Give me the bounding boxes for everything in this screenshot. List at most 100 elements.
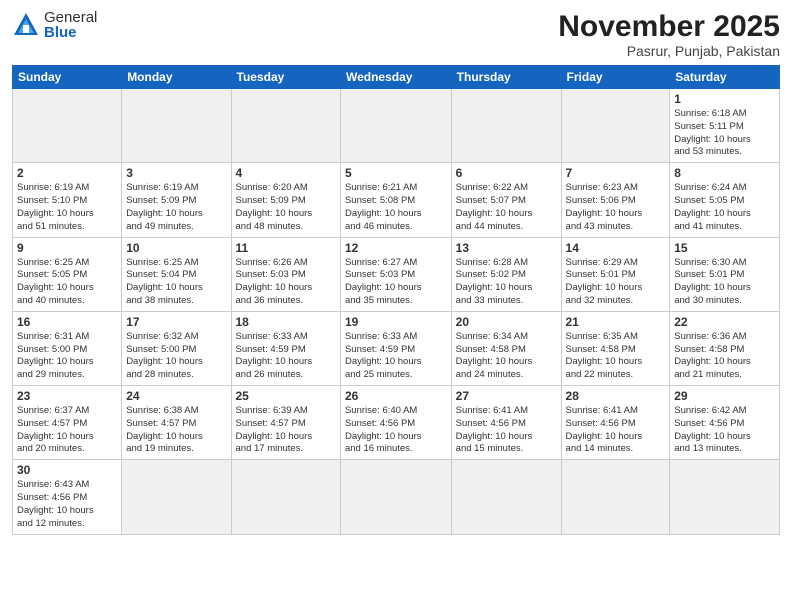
table-row (231, 460, 340, 534)
day-info: Sunrise: 6:23 AM Sunset: 5:06 PM Dayligh… (566, 182, 666, 233)
page: General Blue November 2025 Pasrur, Punja… (0, 0, 792, 612)
table-row: 19 Sunrise: 6:33 AM Sunset: 4:59 PM Dayli… (340, 311, 451, 385)
day-number: 18 (236, 315, 336, 329)
table-row: 26 Sunrise: 6:40 AM Sunset: 4:56 PM Dayli… (340, 386, 451, 460)
title-block: November 2025 Pasrur, Punjab, Pakistan (558, 10, 780, 59)
table-row: 6 Sunrise: 6:22 AM Sunset: 5:07 PM Daylig… (451, 163, 561, 237)
table-row (122, 89, 231, 163)
day-number: 23 (17, 389, 117, 403)
table-row: 1 Sunrise: 6:18 AM Sunset: 5:11 PM Daylig… (670, 89, 780, 163)
table-row: 29 Sunrise: 6:42 AM Sunset: 4:56 PM Dayli… (670, 386, 780, 460)
day-number: 30 (17, 463, 117, 477)
day-info: Sunrise: 6:41 AM Sunset: 4:56 PM Dayligh… (456, 405, 557, 456)
table-row: 25Sunrise: 6:39 AM Sunset: 4:57 PM Dayli… (231, 386, 340, 460)
col-saturday: Saturday (670, 66, 780, 89)
header-row: Sunday Monday Tuesday Wednesday Thursday… (13, 66, 780, 89)
logo-text: General Blue (44, 10, 97, 40)
day-number: 15 (674, 241, 775, 255)
day-number: 6 (456, 166, 557, 180)
day-info: Sunrise: 6:19 AM Sunset: 5:09 PM Dayligh… (126, 182, 226, 233)
table-row: 8Sunrise: 6:24 AM Sunset: 5:05 PM Daylig… (670, 163, 780, 237)
table-row (122, 460, 231, 534)
table-row: 27 Sunrise: 6:41 AM Sunset: 4:56 PM Dayli… (451, 386, 561, 460)
day-number: 26 (345, 389, 447, 403)
table-row: 2 Sunrise: 6:19 AM Sunset: 5:10 PM Daylig… (13, 163, 122, 237)
day-number: 9 (17, 241, 117, 255)
table-row (451, 460, 561, 534)
day-info: Sunrise: 6:37 AM Sunset: 4:57 PM Dayligh… (17, 405, 117, 456)
day-info: Sunrise: 6:43 AM Sunset: 4:56 PM Dayligh… (17, 479, 117, 530)
day-number: 27 (456, 389, 557, 403)
day-info: Sunrise: 6:38 AM Sunset: 4:57 PM Dayligh… (126, 405, 226, 456)
day-number: 22 (674, 315, 775, 329)
header: General Blue November 2025 Pasrur, Punja… (12, 10, 780, 59)
day-info: Sunrise: 6:40 AM Sunset: 4:56 PM Dayligh… (345, 405, 447, 456)
day-info: Sunrise: 6:30 AM Sunset: 5:01 PM Dayligh… (674, 257, 775, 308)
table-row: 24 Sunrise: 6:38 AM Sunset: 4:57 PM Dayli… (122, 386, 231, 460)
day-number: 19 (345, 315, 447, 329)
table-row: 10 Sunrise: 6:25 AM Sunset: 5:04 PM Dayli… (122, 237, 231, 311)
day-number: 13 (456, 241, 557, 255)
table-row: 4 Sunrise: 6:20 AM Sunset: 5:09 PM Daylig… (231, 163, 340, 237)
day-info: Sunrise: 6:18 AM Sunset: 5:11 PM Dayligh… (674, 108, 775, 159)
table-row: 9 Sunrise: 6:25 AM Sunset: 5:05 PM Daylig… (13, 237, 122, 311)
day-info: Sunrise: 6:25 AM Sunset: 5:04 PM Dayligh… (126, 257, 226, 308)
day-number: 12 (345, 241, 447, 255)
table-row: 16 Sunrise: 6:31 AM Sunset: 5:00 PM Dayli… (13, 311, 122, 385)
table-row (561, 460, 670, 534)
day-info: Sunrise: 6:20 AM Sunset: 5:09 PM Dayligh… (236, 182, 336, 233)
day-info: Sunrise: 6:32 AM Sunset: 5:00 PM Dayligh… (126, 331, 226, 382)
day-info: Sunrise: 6:34 AM Sunset: 4:58 PM Dayligh… (456, 331, 557, 382)
day-info: Sunrise: 6:21 AM Sunset: 5:08 PM Dayligh… (345, 182, 447, 233)
table-row (670, 460, 780, 534)
day-number: 7 (566, 166, 666, 180)
location: Pasrur, Punjab, Pakistan (558, 43, 780, 59)
day-info: Sunrise: 6:25 AM Sunset: 5:05 PM Dayligh… (17, 257, 117, 308)
day-info: Sunrise: 6:26 AM Sunset: 5:03 PM Dayligh… (236, 257, 336, 308)
day-info: Sunrise: 6:36 AM Sunset: 4:58 PM Dayligh… (674, 331, 775, 382)
day-number: 5 (345, 166, 447, 180)
table-row: 20 Sunrise: 6:34 AM Sunset: 4:58 PM Dayli… (451, 311, 561, 385)
table-row (231, 89, 340, 163)
table-row (561, 89, 670, 163)
table-row: 30 Sunrise: 6:43 AM Sunset: 4:56 PM Dayli… (13, 460, 122, 534)
day-number: 2 (17, 166, 117, 180)
day-info: Sunrise: 6:19 AM Sunset: 5:10 PM Dayligh… (17, 182, 117, 233)
logo-blue-text: Blue (44, 25, 97, 40)
table-row: 23 Sunrise: 6:37 AM Sunset: 4:57 PM Dayli… (13, 386, 122, 460)
day-number: 24 (126, 389, 226, 403)
day-info: Sunrise: 6:31 AM Sunset: 5:00 PM Dayligh… (17, 331, 117, 382)
day-number: 11 (236, 241, 336, 255)
month-title: November 2025 (558, 10, 780, 43)
col-monday: Monday (122, 66, 231, 89)
table-row: 21Sunrise: 6:35 AM Sunset: 4:58 PM Dayli… (561, 311, 670, 385)
day-number: 4 (236, 166, 336, 180)
day-info: Sunrise: 6:27 AM Sunset: 5:03 PM Dayligh… (345, 257, 447, 308)
day-number: 21 (566, 315, 666, 329)
day-info: Sunrise: 6:42 AM Sunset: 4:56 PM Dayligh… (674, 405, 775, 456)
table-row (340, 460, 451, 534)
col-wednesday: Wednesday (340, 66, 451, 89)
logo-icon (12, 11, 40, 39)
logo: General Blue (12, 10, 97, 40)
day-number: 16 (17, 315, 117, 329)
day-number: 10 (126, 241, 226, 255)
col-tuesday: Tuesday (231, 66, 340, 89)
table-row: 3Sunrise: 6:19 AM Sunset: 5:09 PM Daylig… (122, 163, 231, 237)
day-info: Sunrise: 6:22 AM Sunset: 5:07 PM Dayligh… (456, 182, 557, 233)
day-info: Sunrise: 6:28 AM Sunset: 5:02 PM Dayligh… (456, 257, 557, 308)
day-number: 29 (674, 389, 775, 403)
day-number: 20 (456, 315, 557, 329)
table-row (340, 89, 451, 163)
table-row: 17Sunrise: 6:32 AM Sunset: 5:00 PM Dayli… (122, 311, 231, 385)
day-number: 8 (674, 166, 775, 180)
day-number: 25 (236, 389, 336, 403)
table-row: 12 Sunrise: 6:27 AM Sunset: 5:03 PM Dayli… (340, 237, 451, 311)
day-number: 1 (674, 92, 775, 106)
day-number: 14 (566, 241, 666, 255)
col-thursday: Thursday (451, 66, 561, 89)
day-info: Sunrise: 6:33 AM Sunset: 4:59 PM Dayligh… (345, 331, 447, 382)
table-row: 28Sunrise: 6:41 AM Sunset: 4:56 PM Dayli… (561, 386, 670, 460)
table-row: 11 Sunrise: 6:26 AM Sunset: 5:03 PM Dayli… (231, 237, 340, 311)
col-sunday: Sunday (13, 66, 122, 89)
